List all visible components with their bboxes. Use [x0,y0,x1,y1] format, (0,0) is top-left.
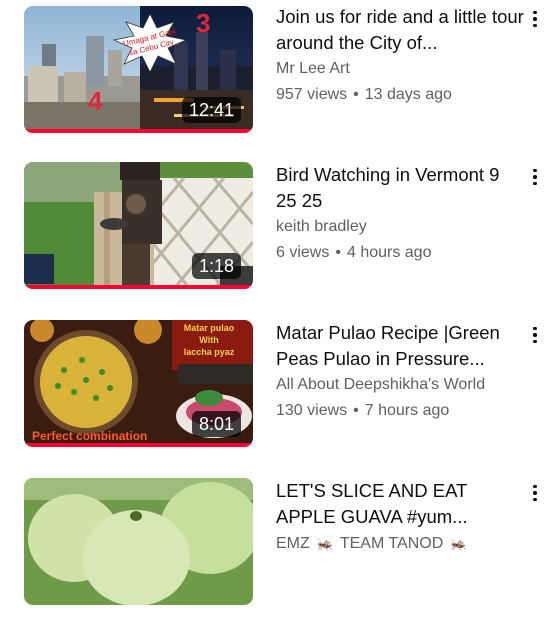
separator-dot: • [353,402,359,419]
guava-thumbnail-image [24,478,253,605]
video-title[interactable]: Matar Pulao Recipe |Green Peas Pulao in … [276,320,524,372]
cricket-icon: 🦗 [449,535,468,551]
video-item[interactable]: Umaga at Gabi sa Cebu City 3 4 12:41 Joi… [0,4,560,144]
video-duration: 1:18 [191,253,241,279]
video-thumbnail[interactable] [24,478,253,605]
video-info[interactable]: Join us for ride and a little tour aroun… [276,4,524,108]
video-item[interactable]: 1:18 Bird Watching in Vermont 9 25 25 ke… [0,162,560,302]
channel-name[interactable]: EMZ 🦗 TEAM TANOD 🦗 [276,530,524,557]
video-duration: 8:01 [191,411,241,437]
video-thumbnail[interactable]: 1:18 [24,162,253,289]
video-item[interactable]: Matar pulao With laccha pyaz Perfect com… [0,320,560,460]
channel-name[interactable]: Mr Lee Art [276,56,524,82]
separator-dot: • [353,86,359,103]
watched-progress-bar [24,129,253,133]
more-vert-icon[interactable] [526,480,544,506]
watched-progress-bar [24,443,253,447]
video-item[interactable]: LET'S SLICE AND EAT APPLE GUAVA #yum... … [0,478,560,618]
more-vert-icon[interactable] [526,322,544,348]
video-info[interactable]: Bird Watching in Vermont 9 25 25 keith b… [276,162,524,266]
separator-dot: • [335,244,341,261]
video-info[interactable]: Matar Pulao Recipe |Green Peas Pulao in … [276,320,524,424]
thumb-number-3: 3 [196,8,210,38]
video-title[interactable]: Join us for ride and a little tour aroun… [276,4,524,56]
thumb-number-4: 4 [88,86,103,116]
view-count: 130 views [276,402,348,419]
thumb-caption-top: Matar pulao [184,323,235,333]
video-thumbnail[interactable]: Matar pulao With laccha pyaz Perfect com… [24,320,253,447]
video-stats: 957 views • 13 days ago [276,82,524,108]
upload-age: 4 hours ago [346,244,432,261]
thumb-caption-bottom: Perfect combination [32,429,147,443]
video-title[interactable]: Bird Watching in Vermont 9 25 25 [276,162,524,214]
channel-name[interactable]: All About Deepshikha's World [276,372,524,398]
view-count: 957 views [276,86,348,103]
video-stats: 6 views • 4 hours ago [276,240,524,266]
video-info[interactable]: LET'S SLICE AND EAT APPLE GUAVA #yum... … [276,478,524,557]
more-vert-icon[interactable] [526,6,544,32]
video-title[interactable]: LET'S SLICE AND EAT APPLE GUAVA #yum... [276,478,524,530]
video-stats: 130 views • 7 hours ago [276,398,524,424]
video-duration: 12:41 [181,97,241,123]
channel-name[interactable]: keith bradley [276,214,524,240]
svg-text:With: With [199,335,218,345]
upload-age: 13 days ago [364,86,452,103]
more-vert-icon[interactable] [526,164,544,190]
upload-age: 7 hours ago [364,402,450,419]
svg-text:laccha pyaz: laccha pyaz [184,347,235,357]
video-thumbnail[interactable]: Umaga at Gabi sa Cebu City 3 4 12:41 [24,6,253,133]
view-count: 6 views [276,244,330,261]
cricket-icon: 🦗 [316,535,334,551]
watched-progress-bar [24,285,253,289]
